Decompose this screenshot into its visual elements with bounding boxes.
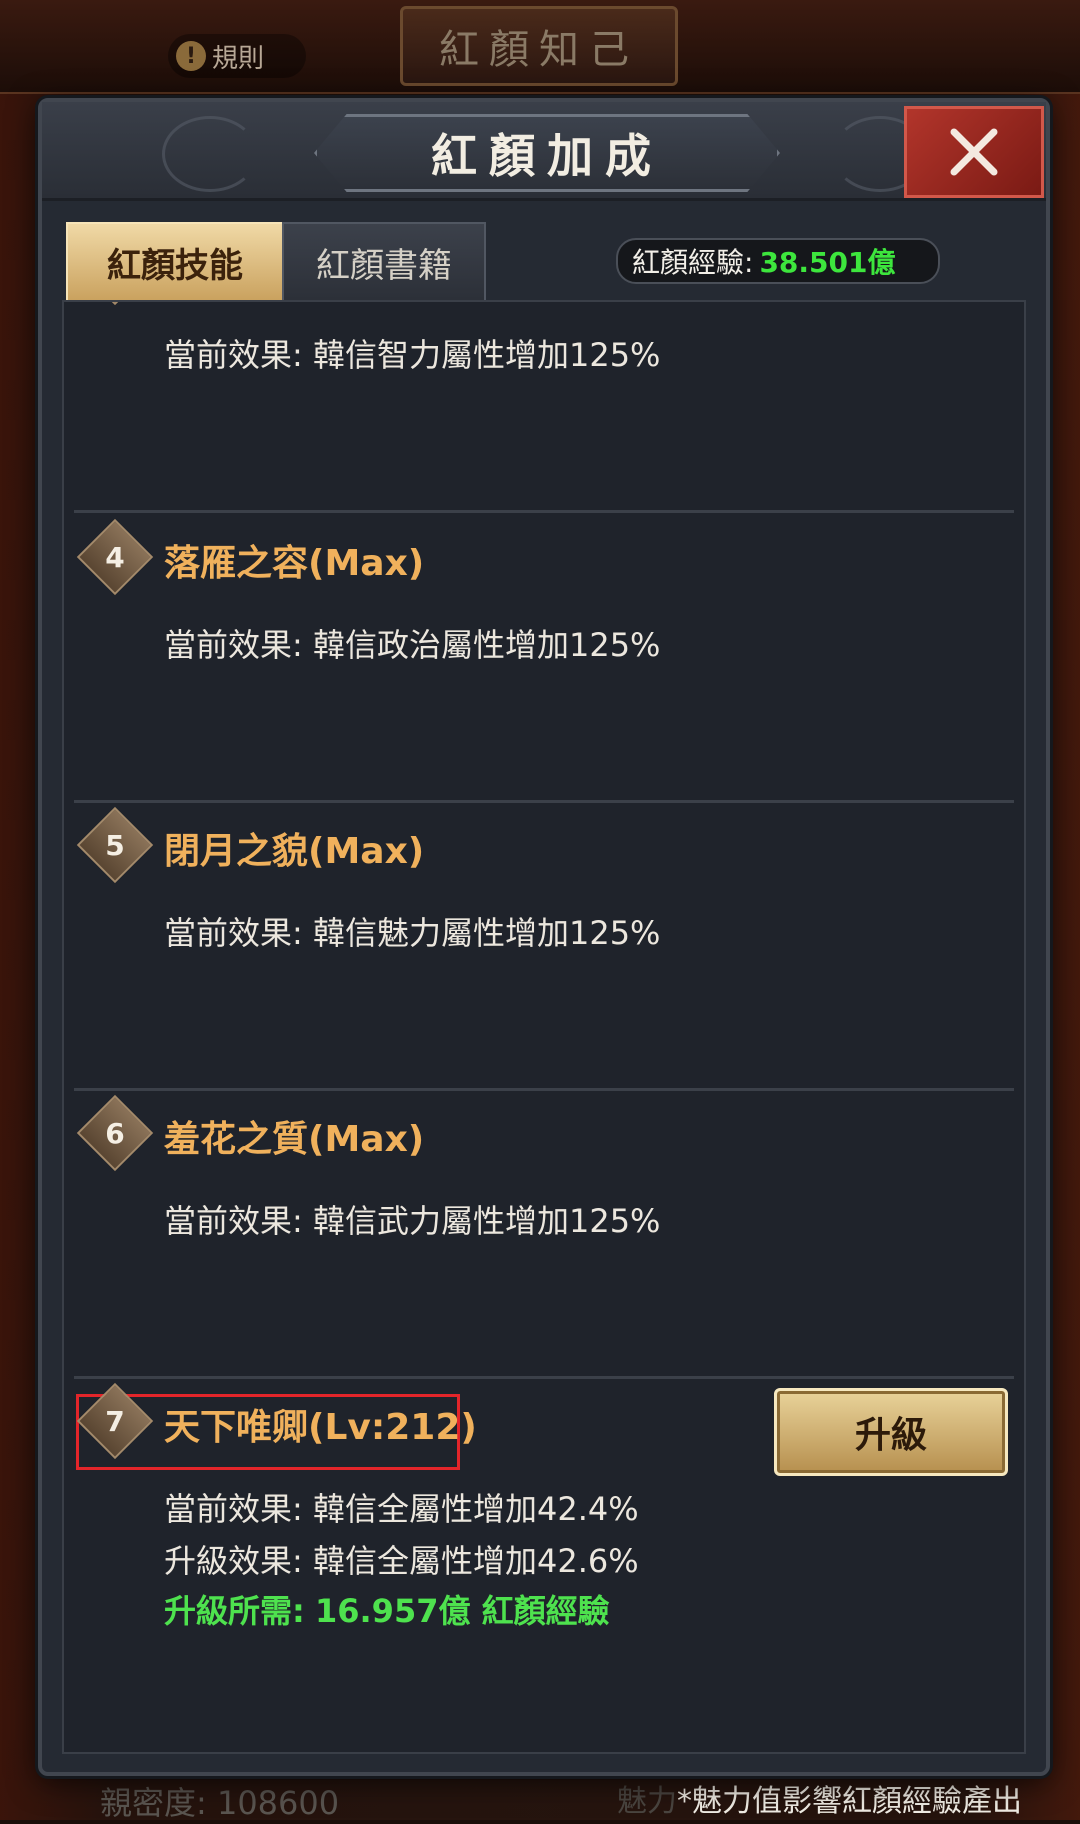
footnote-prefix: 魅力 xyxy=(617,1784,677,1819)
requirement-value: 16.957億 紅顏經驗 xyxy=(314,1592,610,1630)
effect-value: 韓信智力屬性增加125% xyxy=(312,336,661,374)
experience-display: 紅顏經驗: 38.501億 xyxy=(616,238,940,284)
list-item: 當前效果: 韓信智力屬性增加125% xyxy=(74,302,1014,513)
dialog-header: 紅顏加成 xyxy=(42,102,1046,201)
effect-value: 韓信全屬性增加42.4% xyxy=(312,1490,639,1528)
close-button[interactable] xyxy=(904,106,1044,198)
tab-books[interactable]: 紅顏書籍 xyxy=(282,222,486,302)
skill-current-effect: 當前效果: 韓信魅力屬性增加125% xyxy=(164,908,660,954)
charm-footnote: 魅力*魅力值影響紅顏經驗產出 xyxy=(617,1776,1022,1820)
skill-name: 天下唯卿(Lv:212) xyxy=(164,1407,477,1448)
skill-number: 7 xyxy=(105,1404,125,1438)
skill-number: 6 xyxy=(105,1116,125,1150)
effect-label: 當前效果: xyxy=(164,914,303,952)
skill-current-effect: 當前效果: 韓信武力屬性增加125% xyxy=(164,1196,660,1242)
skill-current-effect: 當前效果: 韓信智力屬性增加125% xyxy=(164,330,660,376)
effect-label: 當前效果: xyxy=(164,1202,303,1240)
upgrade-button[interactable]: 升級 xyxy=(774,1388,1008,1476)
list-item: 7 天下唯卿(Lv:212) 升級 當前效果: 韓信全屬性增加42.4% 升級效… xyxy=(74,1376,1014,1676)
footnote-text: *魅力值影響紅顏經驗產出 xyxy=(677,1784,1022,1819)
ornament-left-icon xyxy=(162,116,258,192)
effect-label: 當前效果: xyxy=(164,336,303,374)
skill-header: 5 閉月之貌(Max) xyxy=(74,806,1014,884)
skill-number: 4 xyxy=(105,540,125,574)
exclamation-icon: ! xyxy=(176,41,206,71)
skill-current-effect: 當前效果: 韓信全屬性增加42.4% xyxy=(164,1484,639,1530)
upgrade-effect-label: 升級效果: xyxy=(164,1542,303,1580)
tab-skills[interactable]: 紅顏技能 xyxy=(66,222,284,302)
skill-requirement: 升級所需: 16.957億 紅顏經驗 xyxy=(164,1586,610,1632)
list-item: 6 羞花之質(Max) 當前效果: 韓信武力屬性增加125% xyxy=(74,1088,1014,1379)
intimacy-value: 親密度: 108600 xyxy=(100,1784,340,1822)
skill-upgrade-effect: 升級效果: 韓信全屬性增加42.6% xyxy=(164,1536,639,1582)
rules-button[interactable]: ! 規則 xyxy=(168,34,306,78)
bonus-dialog: 紅顏加成 紅顏技能 紅顏書籍 紅顏經驗: 38.501億 當前效果: 韓信智力屬… xyxy=(38,98,1050,1776)
requirement-label: 升級所需: xyxy=(164,1592,305,1630)
dialog-title: 紅顏加成 xyxy=(314,114,780,192)
skill-badge-icon xyxy=(76,302,154,306)
skill-list[interactable]: 當前效果: 韓信智力屬性增加125% 4 落雁之容(Max) 當前效果: 韓信政… xyxy=(62,300,1026,1754)
experience-label: 紅顏經驗: xyxy=(632,246,754,279)
skill-number: 5 xyxy=(105,828,125,862)
skill-current-effect: 當前效果: 韓信政治屬性增加125% xyxy=(164,620,660,666)
close-icon xyxy=(950,128,998,176)
skill-name: 落雁之容(Max) xyxy=(164,543,425,584)
effect-label: 當前效果: xyxy=(164,626,303,664)
skill-header: 6 羞花之質(Max) xyxy=(74,1094,1014,1172)
list-item: 5 閉月之貌(Max) 當前效果: 韓信魅力屬性增加125% xyxy=(74,800,1014,1091)
upgrade-effect-value: 韓信全屬性增加42.6% xyxy=(312,1542,639,1580)
effect-value: 韓信魅力屬性增加125% xyxy=(312,914,661,952)
skill-name: 羞花之質(Max) xyxy=(164,1119,425,1160)
effect-label: 當前效果: xyxy=(164,1490,303,1528)
background-window-title: 紅顏知己 xyxy=(400,6,678,86)
skill-header: 4 落雁之容(Max) xyxy=(74,518,1014,596)
effect-value: 韓信武力屬性增加125% xyxy=(312,1202,661,1240)
list-item: 4 落雁之容(Max) 當前效果: 韓信政治屬性增加125% xyxy=(74,512,1014,803)
rules-label: 規則 xyxy=(212,43,265,74)
effect-value: 韓信政治屬性增加125% xyxy=(312,626,661,664)
experience-value: 38.501億 xyxy=(759,246,896,279)
skill-name: 閉月之貌(Max) xyxy=(164,831,425,872)
